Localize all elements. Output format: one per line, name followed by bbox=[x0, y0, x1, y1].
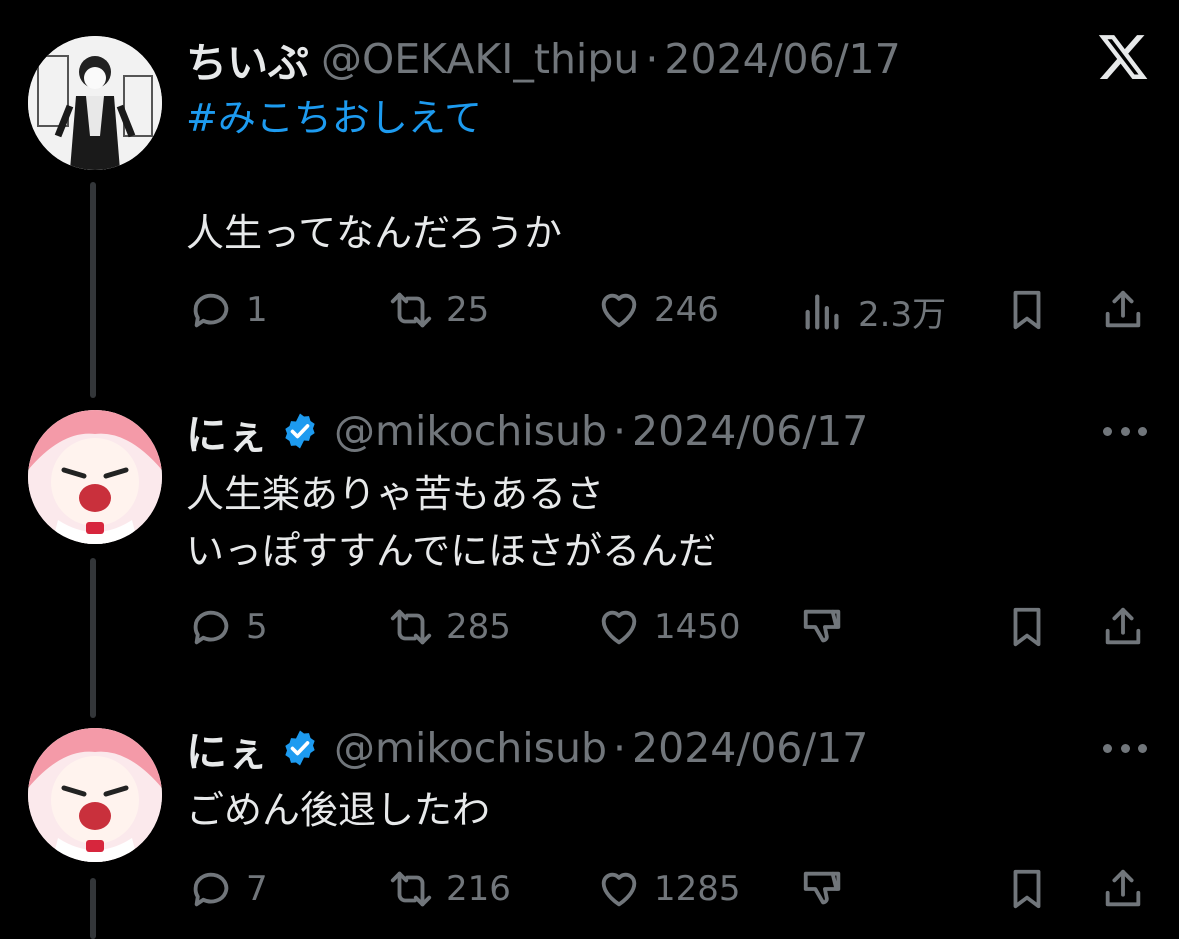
like-count: 1450 bbox=[654, 607, 741, 647]
bookmark-icon bbox=[1013, 290, 1041, 330]
post-date[interactable]: 2024/06/17 bbox=[664, 35, 900, 83]
reply-button[interactable]: 7 bbox=[188, 866, 268, 912]
tweet-text: ごめん後退したわ bbox=[186, 788, 491, 832]
retweet-count: 25 bbox=[446, 290, 490, 330]
thread-line bbox=[90, 878, 96, 939]
retweet-icon bbox=[390, 292, 432, 328]
tweet-text: 人生楽ありゃ苦もあるさ bbox=[186, 472, 605, 516]
view-count: 2.3万 bbox=[858, 295, 947, 335]
bar-chart-icon bbox=[805, 294, 839, 329]
thumbs-down-icon bbox=[803, 609, 841, 643]
post-date[interactable]: 2024/06/17 bbox=[632, 407, 868, 455]
more-dots-icon[interactable] bbox=[1103, 424, 1147, 438]
like-button[interactable]: 1285 bbox=[596, 866, 741, 912]
thread-line bbox=[90, 558, 96, 718]
separator: · bbox=[645, 35, 659, 83]
display-name[interactable]: ちいぷ bbox=[186, 29, 309, 89]
reply-bubble-icon bbox=[193, 610, 229, 645]
like-count: 246 bbox=[654, 290, 719, 330]
retweet-button[interactable]: 216 bbox=[388, 866, 511, 912]
reply-button[interactable]: 1 bbox=[188, 287, 268, 333]
dislike-button[interactable] bbox=[800, 604, 846, 650]
tweet-text: いっぽすすんでにほさがるんだ bbox=[186, 529, 717, 573]
retweet-icon bbox=[390, 871, 432, 907]
avatar[interactable] bbox=[28, 410, 162, 544]
x-logo-icon[interactable] bbox=[1096, 30, 1150, 84]
more-dots-icon[interactable] bbox=[1103, 741, 1147, 755]
bookmark-icon bbox=[1013, 607, 1041, 647]
like-button[interactable]: 1450 bbox=[596, 604, 741, 650]
share-button[interactable] bbox=[1100, 604, 1146, 650]
like-button[interactable]: 246 bbox=[596, 287, 719, 333]
tweet-header: ちいぷ @OEKAKI_thipu · 2024/06/17 bbox=[186, 34, 901, 87]
share-button[interactable] bbox=[1100, 287, 1146, 333]
like-count: 1285 bbox=[654, 869, 741, 909]
retweet-button[interactable]: 285 bbox=[388, 604, 511, 650]
bookmark-button[interactable] bbox=[1004, 604, 1050, 650]
reply-bubble-icon bbox=[193, 293, 229, 328]
share-icon bbox=[1105, 869, 1141, 907]
reply-count: 1 bbox=[246, 290, 268, 330]
tweet-header: にぇ @mikochisub · 2024/06/17 bbox=[186, 723, 868, 776]
verified-badge-icon bbox=[280, 728, 320, 768]
share-button[interactable] bbox=[1100, 866, 1146, 912]
avatar[interactable] bbox=[28, 728, 162, 862]
separator: · bbox=[613, 407, 627, 455]
retweet-count: 216 bbox=[446, 869, 511, 909]
reply-count: 5 bbox=[246, 607, 268, 647]
reply-button[interactable]: 5 bbox=[188, 604, 268, 650]
bookmark-button[interactable] bbox=[1004, 866, 1050, 912]
dislike-button[interactable] bbox=[800, 866, 846, 912]
thread-line bbox=[90, 182, 96, 398]
post-date[interactable]: 2024/06/17 bbox=[632, 724, 868, 772]
heart-icon bbox=[601, 610, 637, 645]
user-handle[interactable]: @mikochisub bbox=[334, 407, 607, 455]
retweet-count: 285 bbox=[446, 607, 511, 647]
tweet-header: にぇ @mikochisub · 2024/06/17 bbox=[186, 406, 868, 459]
retweet-button[interactable]: 25 bbox=[388, 287, 489, 333]
bookmark-icon bbox=[1013, 869, 1041, 909]
share-icon bbox=[1105, 607, 1141, 645]
user-handle[interactable]: @mikochisub bbox=[334, 724, 607, 772]
display-name[interactable]: にぇ bbox=[186, 718, 268, 778]
verified-badge-icon bbox=[280, 411, 320, 451]
heart-icon bbox=[601, 872, 637, 907]
avatar[interactable] bbox=[28, 36, 162, 170]
thumbs-down-icon bbox=[803, 871, 841, 905]
heart-icon bbox=[601, 293, 637, 328]
display-name[interactable]: にぇ bbox=[186, 401, 268, 461]
retweet-icon bbox=[390, 609, 432, 645]
reply-count: 7 bbox=[246, 869, 268, 909]
hashtag-link[interactable]: #みこちおしえて bbox=[186, 90, 482, 146]
user-handle[interactable]: @OEKAKI_thipu bbox=[321, 35, 639, 83]
share-icon bbox=[1105, 290, 1141, 328]
views-button[interactable]: 2.3万 bbox=[800, 287, 946, 336]
separator: · bbox=[613, 724, 627, 772]
bookmark-button[interactable] bbox=[1004, 287, 1050, 333]
reply-bubble-icon bbox=[193, 872, 229, 907]
tweet-text: 人生ってなんだろうか bbox=[186, 211, 562, 255]
